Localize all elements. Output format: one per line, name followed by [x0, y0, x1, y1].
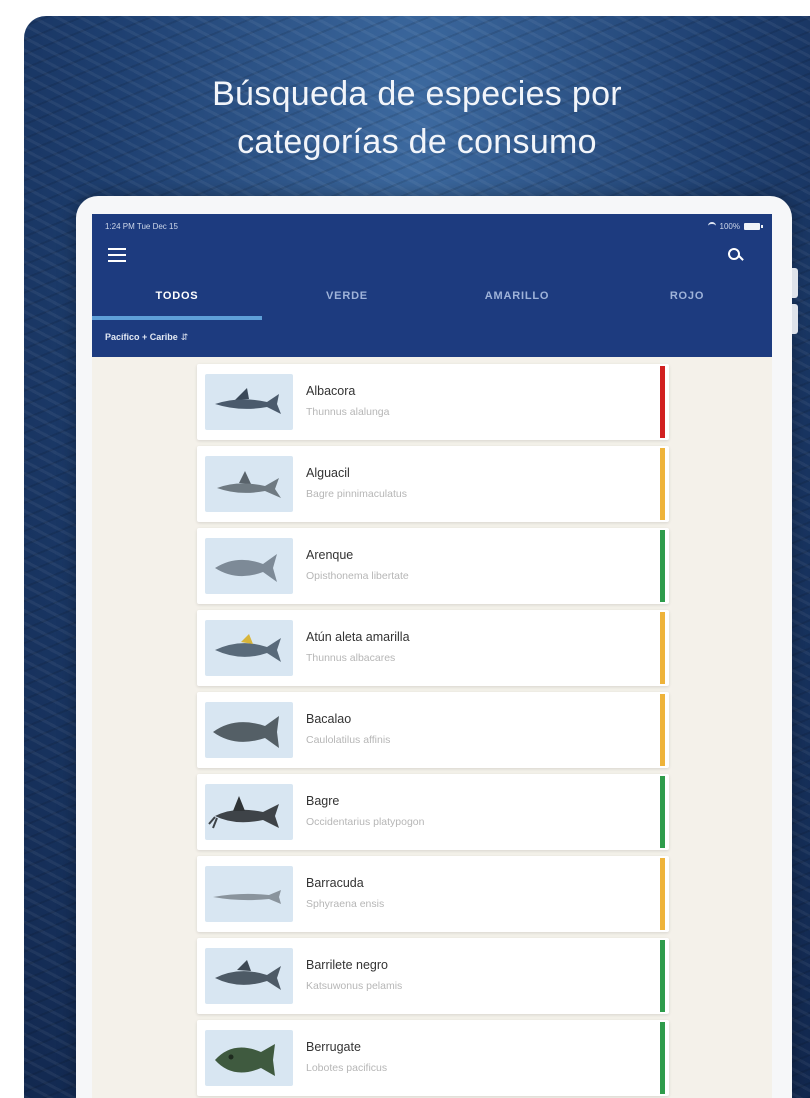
promo-headline: Búsqueda de especies por categorías de c…: [24, 70, 810, 166]
category-tabs: TODOS VERDE AMARILLO ROJO: [92, 280, 772, 320]
region-label: Pacífico + Caribe: [105, 332, 178, 342]
list-item[interactable]: Barracuda Sphyraena ensis: [197, 856, 669, 932]
species-name: Bacalao: [306, 712, 352, 726]
species-scientific-name: Lobotes pacificus: [306, 1062, 388, 1074]
chevron-updown-icon: ⇵: [180, 332, 189, 342]
category-indicator: [660, 1022, 665, 1094]
category-indicator: [660, 940, 665, 1012]
category-indicator: [660, 858, 665, 930]
species-scientific-name: Occidentarius platypogon: [306, 816, 425, 828]
species-scientific-name: Caulolatilus affinis: [306, 734, 391, 746]
fish-thumbnail: [205, 538, 293, 594]
species-name: Barrilete negro: [306, 958, 388, 972]
tab-todos[interactable]: TODOS: [92, 280, 262, 320]
species-name: Atún aleta amarilla: [306, 630, 410, 644]
list-item[interactable]: Bagre Occidentarius platypogon: [197, 774, 669, 850]
app-screen: 1:24 PM Tue Dec 15 100% TODOS VERDE AMARIL…: [92, 214, 772, 1098]
region-selector[interactable]: Pacífico + Caribe ⇵: [105, 332, 188, 343]
fish-thumbnail: [205, 1030, 293, 1086]
wifi-icon: [707, 222, 716, 230]
list-item[interactable]: Alguacil Bagre pinnimaculatus: [197, 446, 669, 522]
species-name: Arenque: [306, 548, 354, 562]
battery-icon: [744, 222, 763, 230]
category-indicator: [660, 694, 665, 766]
species-scientific-name: Sphyraena ensis: [306, 898, 385, 910]
species-name: Barracuda: [306, 876, 364, 890]
species-scientific-name: Katsuwonus pelamis: [306, 980, 403, 992]
tab-amarillo[interactable]: AMARILLO: [432, 280, 602, 320]
species-scientific-name: Bagre pinnimaculatus: [306, 488, 407, 500]
species-name: Alguacil: [306, 466, 350, 480]
list-item[interactable]: Barrilete negro Katsuwonus pelamis: [197, 938, 669, 1014]
fish-thumbnail: [205, 948, 293, 1004]
species-list: Albacora Thunnus alalunga Alguacil Bagre pi…: [197, 364, 669, 1098]
species-name: Berrugate: [306, 1040, 361, 1054]
list-item[interactable]: Arenque Opisthonema libertate: [197, 528, 669, 604]
search-icon[interactable]: [726, 246, 746, 266]
list-item[interactable]: Bacalao Caulolatilus affinis: [197, 692, 669, 768]
category-indicator: [660, 776, 665, 848]
species-scientific-name: Thunnus albacares: [306, 652, 396, 664]
volume-up-button: [792, 268, 798, 298]
category-indicator: [660, 530, 665, 602]
fish-thumbnail: [205, 456, 293, 512]
tab-rojo[interactable]: ROJO: [602, 280, 772, 320]
battery-percent: 100%: [719, 221, 740, 231]
hamburger-menu-icon[interactable]: [108, 248, 126, 262]
fish-thumbnail: [205, 866, 293, 922]
status-time: 1:24 PM Tue Dec 15: [105, 221, 178, 231]
species-scientific-name: Opisthonema libertate: [306, 570, 409, 582]
volume-down-button: [792, 304, 798, 334]
status-indicators: 100%: [707, 221, 763, 231]
category-indicator: [660, 612, 665, 684]
species-name: Bagre: [306, 794, 340, 808]
promo-headline-line1: Búsqueda de especies por: [212, 75, 622, 113]
tab-verde[interactable]: VERDE: [262, 280, 432, 320]
fish-thumbnail: [205, 702, 293, 758]
active-tab-indicator: [92, 316, 262, 320]
fish-thumbnail: [205, 784, 293, 840]
fish-thumbnail: [205, 374, 293, 430]
species-name: Albacora: [306, 384, 356, 398]
fish-thumbnail: [205, 620, 293, 676]
list-item[interactable]: Albacora Thunnus alalunga: [197, 364, 669, 440]
promo-headline-line2: categorías de consumo: [237, 123, 597, 161]
status-bar: 1:24 PM Tue Dec 15 100%: [105, 220, 763, 232]
list-item[interactable]: Berrugate Lobotes pacificus: [197, 1020, 669, 1096]
species-scientific-name: Thunnus alalunga: [306, 406, 390, 418]
list-item[interactable]: Atún aleta amarilla Thunnus albacares: [197, 610, 669, 686]
category-indicator: [660, 366, 665, 438]
category-indicator: [660, 448, 665, 520]
app-bar: 1:24 PM Tue Dec 15 100% TODOS VERDE AMARIL…: [92, 214, 772, 357]
